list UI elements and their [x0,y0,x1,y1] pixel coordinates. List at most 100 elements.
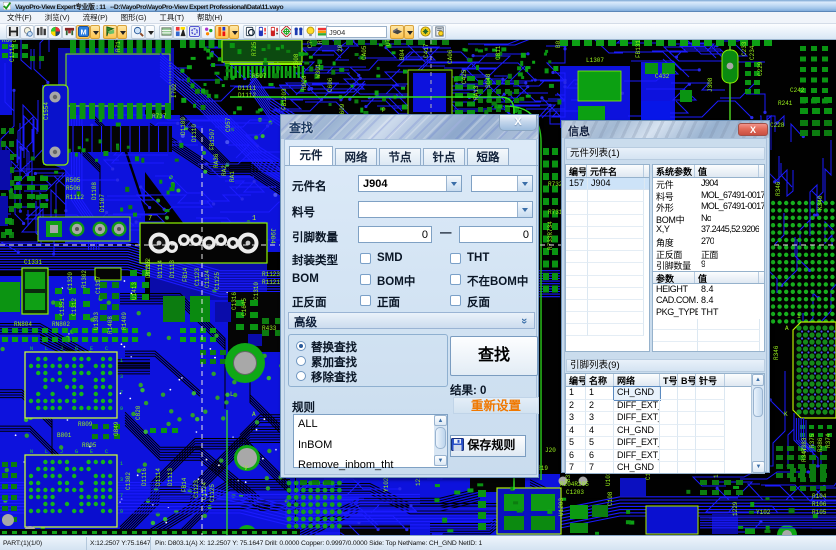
svg-text:20: 20 [337,44,344,52]
svg-text:C1203: C1203 [566,489,584,496]
svg-text:I702: I702 [171,83,178,98]
svg-text:FB14: FB14 [181,477,188,492]
svg-text:D1111: D1111 [238,85,256,92]
svg-text:C234: C234 [749,45,756,60]
svg-text:R506: R506 [66,185,81,192]
svg-text:B04: B04 [399,49,406,60]
svg-text:R347: R347 [801,447,808,462]
svg-text:C608: C608 [293,53,300,68]
svg-text:C1645: C1645 [241,298,248,316]
svg-text:U1203: U1203 [558,498,565,516]
svg-text:R507: R507 [252,73,267,80]
svg-text:D1114: D1114 [155,468,162,486]
svg-text:9: 9 [120,406,123,412]
svg-text:K340: K340 [817,195,824,210]
svg-text:C1317: C1317 [95,276,102,294]
svg-text:FB1507: FB1507 [209,128,216,150]
svg-text:C1310: C1310 [253,282,260,300]
svg-text:C108: C108 [607,491,614,506]
svg-text:E: E [90,449,93,455]
svg-text:C1124: C1124 [204,270,211,288]
svg-text:R104: R104 [812,493,827,500]
svg-text:C1320: C1320 [67,272,74,290]
svg-text:RA2: RA2 [221,165,228,176]
svg-text:J904: J904 [269,228,276,244]
svg-text:L: L [45,346,48,352]
svg-text:C1125: C1125 [209,484,216,502]
svg-text:R725: R725 [251,41,258,56]
svg-text:R346: R346 [773,345,780,360]
svg-text:C1123: C1123 [193,480,200,498]
svg-text:D1116: D1116 [145,260,152,278]
svg-text:R908: R908 [301,75,308,90]
svg-text:R375: R375 [809,433,816,448]
svg-text:G: G [75,346,78,352]
svg-text:L: L [230,391,234,398]
svg-text:R809: R809 [78,421,93,428]
svg-text:A: A [252,411,256,418]
svg-text:1: 1 [252,215,256,223]
svg-text:RN804: RN804 [14,321,32,328]
svg-text:L: L [45,449,48,455]
svg-text:R105: R105 [812,509,827,516]
svg-text:B801: B801 [57,432,72,439]
svg-text:E: E [90,346,93,352]
svg-text:A: A [785,325,789,332]
svg-text:CA05: CA05 [361,45,368,60]
svg-text:C233: C233 [741,41,748,56]
svg-text:M: M [80,27,86,36]
svg-text:D1113: D1113 [169,260,176,278]
svg-text:U1303: U1303 [93,312,100,330]
svg-text:U701: U701 [385,40,392,46]
svg-text:J20: J20 [545,447,556,454]
svg-text:C707: C707 [307,40,314,48]
svg-text:R1112: R1112 [66,194,84,201]
svg-text:K: K [784,411,788,418]
svg-text:C1123: C1123 [194,268,201,286]
svg-text:C: C [105,449,108,455]
svg-text:C425: C425 [461,69,468,84]
svg-text:C432: C432 [655,73,670,80]
svg-text:C417: C417 [423,43,430,58]
svg-text:G: G [75,449,78,455]
svg-text:C957: C957 [225,117,232,132]
svg-text:C242: C242 [790,87,805,94]
svg-text:7: 7 [148,215,152,223]
svg-text:J308: J308 [707,77,714,92]
svg-text:C: C [105,346,108,352]
svg-text:R346: R346 [775,181,782,196]
svg-text:C1554: C1554 [43,102,50,120]
svg-text:C1331: C1331 [24,259,42,266]
svg-text:R733R734: R733R734 [547,221,554,250]
svg-text:C1316: C1316 [231,292,238,310]
svg-text:D1113: D1113 [167,468,174,486]
svg-text:R1302: R1302 [81,270,88,288]
svg-text:C1302: C1302 [125,472,132,490]
svg-text:RR22: RR22 [317,40,324,44]
svg-text:J: J [60,346,63,352]
svg-text:1229: 1229 [732,501,739,516]
svg-text:CA06: CA06 [447,49,454,64]
svg-text:R106: R106 [812,501,827,508]
svg-text:L1307: L1307 [586,57,604,64]
svg-text:R374: R374 [825,433,832,448]
svg-text:FB1318: FB1318 [635,40,642,58]
svg-text:R1409: R1409 [121,312,128,330]
svg-text:RA36: RA36 [213,153,220,168]
svg-text:C229: C229 [757,61,764,76]
svg-text:C606: C606 [327,77,334,92]
svg-text:R737: R737 [152,113,167,120]
svg-text:C820: C820 [135,405,142,420]
svg-text:7: 7 [120,390,123,396]
svg-text:R1408: R1408 [107,316,114,334]
svg-text:D1114: D1114 [157,260,164,278]
svg-text:FB14: FB14 [182,267,189,282]
svg-text:N: N [30,449,33,455]
svg-text:C1125: C1125 [214,272,221,290]
svg-text:C1351: C1351 [59,298,66,316]
svg-text:R1123: R1123 [262,271,280,278]
svg-text:B02: B02 [555,40,562,48]
svg-text:C1312: C1312 [71,298,78,316]
svg-text:R505: R505 [66,177,81,184]
svg-text:RN802: RN802 [52,321,70,328]
